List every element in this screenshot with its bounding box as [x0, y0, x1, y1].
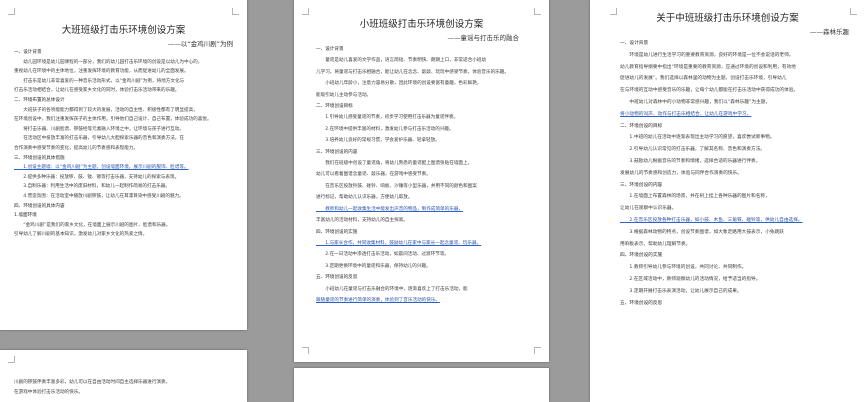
margin-mark — [610, 8, 617, 15]
paragraph-line: 进行标记，帮助幼儿认识乐器，方便幼儿取放。 — [316, 195, 413, 201]
document-page-2: 小班班级打击乐环境创设方案 ——童谣与打击乐的融合 一、设计背景 童谣是幼儿喜爱… — [294, 0, 549, 362]
section-heading: 二、环境创设的目标 — [620, 123, 663, 129]
paragraph-line: 在游戏中体验打击乐活动的快乐。 — [14, 389, 83, 395]
paragraph-line: 丰富幼儿的活动材料，支持幼儿的自主探索。 — [316, 218, 408, 224]
paragraph-line: 童谣是幼儿喜爱的文学作品，语言简短、节奏明快、朗朗上口，非常适合小班幼 — [316, 58, 486, 64]
paragraph-line: 4.营造氛围：在活动室中播放川剧锣鼓，让幼儿在耳濡目染中感受川剧的魅力。 — [14, 193, 184, 199]
document-page-1-continuation: 川剧的锣鼓伴奏丰富多彩，幼儿可以在自由活动时间自主选择乐器进行演奏， 在游戏中体验… — [0, 350, 247, 402]
section-heading: 四、环境创设的实施 — [620, 253, 663, 259]
paragraph-line: 3.鼓励幼儿根据音乐的节奏和情绪，选择合适的乐器进行伴奏， — [620, 158, 761, 164]
paragraph-line: 3.定期开展打击乐表演活动，让幼儿展示自己的成果。 — [620, 288, 742, 294]
section-heading: 三、环境创设的内容 — [620, 182, 663, 188]
paragraph-line: 2.在音乐区投放各种打击乐器，如小鼓、木鱼、三角铁、碰铃等，供幼儿自由选择。 — [620, 217, 803, 223]
page-subtitle: ——以“金鸡川剧”为例 — [167, 40, 233, 48]
paragraph-line: 幼儿教育指导纲要中指出“环境是重要的教育资源，应通过环境的创设和利用，有效地 — [620, 64, 796, 70]
paragraph-line: 在环境创设中，我们注重发挥孩子的主体作用，引导他们自己设计、自己布置，体验成功的… — [14, 117, 212, 123]
page-title: 大班班级打击乐环境创设方案 — [61, 25, 186, 36]
paragraph-line: 川剧的锣鼓伴奏丰富多彩，幼儿可以在自由活动时间自主选择乐器进行演奏， — [14, 380, 171, 385]
paragraph-line: 将小动物的叫声、动作与打击乐相结合，让幼儿在游戏中学习。 — [620, 111, 752, 117]
section-heading: 一、设计背景 — [14, 50, 42, 55]
section-heading: 五、环境创设的反思 — [620, 300, 663, 306]
section-heading: 一、设计背景 — [620, 41, 649, 46]
paragraph-line: 教师和幼儿一起收集生活中能发出声音的物品，制作成简单的乐器， — [316, 206, 464, 212]
section-heading: 四、环境创设的具体内容 — [14, 203, 65, 209]
paragraph-line: 用响板表示，帮助幼儿理解节奏。 — [620, 241, 691, 247]
paragraph-line: 将打击乐器、川剧脸谱、锣鼓经等元素融入环境之中，让环境与孩子进行互动。 — [14, 126, 184, 132]
paragraph-line: 1.教师引导幼儿参与环境的创设，共同讨论、共同制作。 — [620, 265, 747, 271]
paragraph-line: 跟随童谣的节奏进行简单的演奏，体验到了音乐活动的快乐。 — [316, 297, 441, 303]
section-heading: 三、环境创设的具体措施 — [14, 155, 65, 161]
paragraph-line: 2.提供多种乐器：投放锣、鼓、钹、镲等打击乐器，支持幼儿的探索与表现。 — [14, 174, 180, 180]
page-title: 小班班级打击乐环境创设方案 — [359, 19, 484, 30]
page-subtitle: ——童谣与打击乐的融合 — [447, 34, 520, 42]
paragraph-line: 3.培养幼儿良好的常规习惯，学会爱护乐器、轻拿轻放。 — [316, 138, 440, 144]
paragraph-line: 中班幼儿对森林中的小动物非常感兴趣，我们以“森林乐趣”为主题， — [620, 99, 771, 105]
margin-mark — [534, 347, 541, 354]
document-body: 一、设计背景 环境是幼儿进行生活学习的重要教育资源，良好的环境是一位不会说话的老… — [620, 38, 853, 309]
page-subtitle: ——森林乐趣 — [810, 28, 849, 36]
paragraph-line: 2.引导幼儿认识常见的打击乐器，了解其名称、音色和演奏方法。 — [620, 147, 766, 153]
section-heading: 1.墙面环境 — [14, 213, 37, 219]
document-body: 一、设计背景 童谣是幼儿喜爱的文学作品，语言简短、节奏明快、朗朗上口，非常适合小… — [316, 44, 535, 306]
document-body: 一、设计背景 幼儿园环境是幼儿园课程的一部分，我们的幼儿园打击乐环境的创设是以幼… — [14, 48, 235, 240]
paragraph-line: 打击乐活动相结合，让幼儿在感受家乡文化的同时，体验打击乐活动带来的乐趣。 — [14, 88, 180, 94]
margin-mark — [232, 8, 239, 15]
page-title: 关于中班班级打击乐环境创设方案 — [656, 13, 799, 24]
document-page-1: 大班班级打击乐环境创设方案 ——以“金鸡川剧”为例 一、设计背景 幼儿园环境是幼… — [0, 0, 247, 330]
document-page-2-continuation — [294, 368, 549, 402]
paragraph-line: 1.引导幼儿感受童谣的节奏，初步学习使用打击乐器为童谣伴奏。 — [316, 115, 459, 121]
paragraph-line: 我们在班级中创设了童谣角，将幼儿熟悉的童谣配上图谱张贴在墙面上， — [316, 161, 473, 167]
section-heading: 二、环境创设目标 — [316, 104, 353, 110]
paragraph-line: 环境是幼儿进行生活学习的重要教育资源，良好的环境是一位不会说话的老师。 — [620, 52, 794, 58]
paragraph-line: 2.在一日活动中渗透打击乐活动，如晨间活动、过渡环节等。 — [316, 252, 450, 258]
paragraph-line: 2.在环境中提供丰富的材料，激发幼儿参与打击乐活动的兴趣。 — [316, 126, 454, 132]
paragraph-line: 在活动区中投放丰富的打击乐器，引导幼儿大胆探索乐器的音色和演奏方法，在 — [14, 136, 184, 142]
paragraph-line: 3.自制乐器：利用生活中的废旧材料，和幼儿一起制作简易的打击乐器。 — [14, 184, 170, 190]
section-heading: 五、环境创设的反思 — [316, 275, 358, 281]
paragraph-line: 儿学习。将童谣与打击乐相融合，能让幼儿在念念、敲敲、玩玩中感受节奏，体验音乐的乐… — [316, 69, 509, 75]
paragraph-line: 3.根据森林动物的特点，创设节奏图谱，如大象走路用大鼓表示，小兔跳跃 — [620, 229, 784, 235]
paragraph-line: 幼儿园环境是幼儿园课程的一部分，我们的幼儿园打击乐环境的创设是以幼儿为中心的， — [14, 59, 203, 65]
paragraph-line: 幼儿可以看着图谱念童谣、敲乐器，在游戏中感受节奏。 — [316, 172, 431, 178]
margin-mark — [534, 8, 541, 15]
paragraph-line: 打击乐是幼儿非常喜爱的一种音乐活动形式，以“金鸡川剧”为例，将地方文化与 — [14, 78, 185, 84]
section-heading: 四、环境创设的实施 — [316, 229, 358, 235]
paragraph-line: 合作演奏中感受节奏的变化，提高幼儿的节奏感和表现能力。 — [14, 145, 139, 151]
margin-mark — [302, 8, 309, 15]
margin-mark — [8, 8, 15, 15]
paragraph-line: 1.创设主题墙：以“金鸡川剧”为主题，创设墙面环境，展示川剧的服饰、脸谱等。 — [14, 165, 189, 171]
document-page-3: 关于中班班级打击乐环境创设方案 ——森林乐趣 一、设计背景 环境是幼儿进行生活学… — [590, 0, 865, 402]
paragraph-line: 1.中班的幼儿在活动中逐渐表现出主动学习的愿望，喜欢尝试新事物。 — [620, 135, 775, 141]
section-heading: 一、设计背景 — [316, 47, 344, 52]
paragraph-line: 促进幼儿的发展”。我们选择以森林里的动物为主题，创设打击乐环境，引导幼儿 — [620, 76, 787, 82]
paragraph-line: 能吸引幼儿主动参与活动。 — [316, 92, 372, 98]
paragraph-line: 大班孩子的各项能能力都得到了较大的发展，活动的自主性、积极性都有了明显提高， — [14, 107, 198, 113]
paragraph-line: 发展幼儿的节奏感和创造力，体验与同伴合作演奏的快乐。 — [620, 170, 742, 176]
paragraph-line: 重视幼儿在环境中的主体地位，注重发挥环境的教育功能，从而促进幼儿的全面发展。 — [14, 69, 189, 75]
paragraph-line: 在音乐区投放铃鼓、碰铃、响板、沙锤等小型乐器，并用不同的颜色和图案 — [316, 183, 477, 189]
paragraph-line: 3.定期更换环境中的童谣和乐器，保持幼儿的兴趣。 — [316, 263, 431, 269]
paragraph-line: 引导幼儿了解川剧的基本知识，激发幼儿对家乡文化的热爱之情。 — [14, 232, 148, 238]
margin-mark — [850, 8, 857, 15]
paragraph-line: 2.在区域活动中，教师观察幼儿的活动情况，给予适当的指导。 — [620, 276, 761, 282]
margin-mark — [302, 347, 309, 354]
paragraph-line: 小班幼儿在童谣与打击乐融合的环境中，逐渐喜欢上了打击乐活动，能 — [316, 286, 468, 292]
paragraph-line: 1.在墙面上布置森林的场景，并在树上挂上各种乐器的图片和名称， — [620, 194, 770, 200]
paragraph-line: 小班幼儿年龄小，注意力容易分散，因此环境的创设要富有童趣，色彩鲜艳， — [316, 81, 482, 87]
paragraph-line: 在与环境的互动中感受音乐的乐趣，让每个幼儿都能在打击乐活动中获得成功的体验。 — [620, 88, 799, 94]
paragraph-line: 1.与家长合作，共同收集材料，鼓励幼儿在家中与家长一起念童谣、玩乐器。 — [316, 240, 482, 246]
paragraph-line: “金鸡川剧”是我们的家乡文化，在墙面上展示川剧的图片、脸谱和乐器， — [14, 222, 171, 228]
paragraph-line: 让幼儿在观察中认识乐器。 — [620, 206, 677, 212]
section-heading: 二、环境布置的总体设计 — [14, 97, 65, 103]
margin-mark — [8, 356, 15, 363]
document-body: 川剧的锣鼓伴奏丰富多彩，幼儿可以在自由活动时间自主选择乐器进行演奏， 在游戏中体验… — [14, 378, 235, 397]
section-heading: 三、环境创设的内容 — [316, 149, 358, 155]
